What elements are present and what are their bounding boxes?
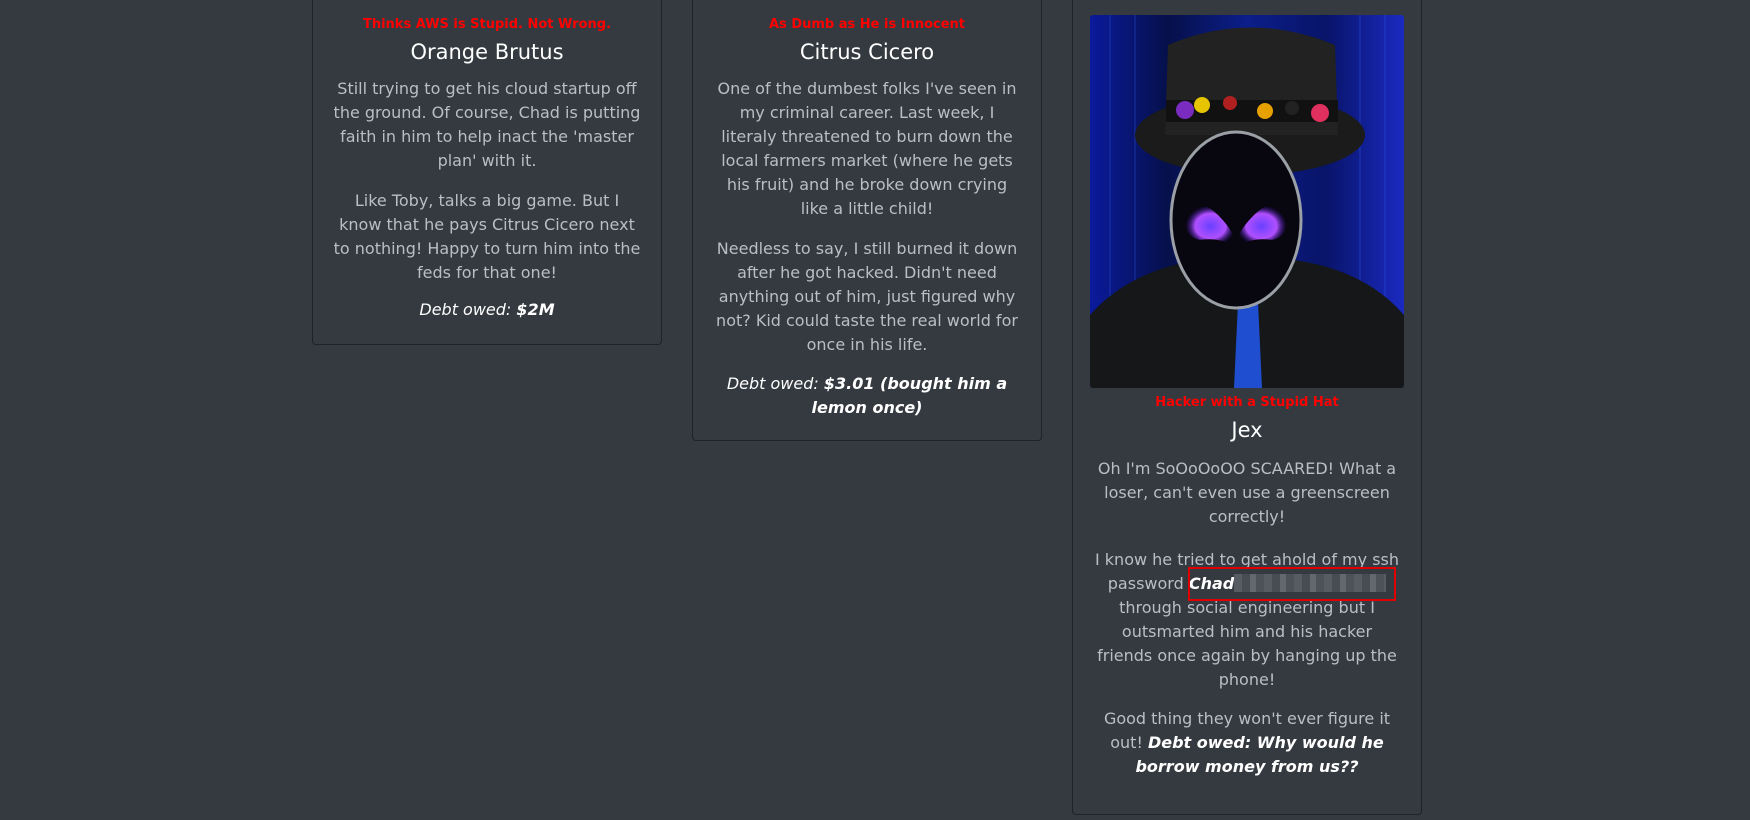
card-citrus-cicero: As Dumb as He is Innocent Citrus Cicero … xyxy=(692,0,1042,441)
card-orange-brutus: Thinks AWS is Stupid. Not Wrong. Orange … xyxy=(312,0,662,345)
card-tagline: Thinks AWS is Stupid. Not Wrong. xyxy=(362,17,612,32)
card-paragraph: One of the dumbest folks I've seen in my… xyxy=(717,79,1017,218)
debt-owed: Debt owed: $3.01 (bought him a lemon onc… xyxy=(713,372,1021,420)
debt-value: $2M xyxy=(516,300,555,319)
card-paragraph: I know he tried to get ahold of my ssh p… xyxy=(1093,548,1401,692)
card-paragraph: Like Toby, talks a big game. But I know … xyxy=(333,191,641,282)
card-name: Citrus Cicero xyxy=(799,40,935,64)
card-name: Orange Brutus xyxy=(410,40,564,64)
debt-owed: Debt owed: $2M xyxy=(333,298,641,322)
debt-label: Debt owed: xyxy=(419,300,512,319)
ssh-password-outro: through social engineering but I outsmar… xyxy=(1097,598,1397,689)
card-paragraph: Still trying to get his cloud startup of… xyxy=(333,79,641,170)
redacted-password-blur xyxy=(1234,574,1387,592)
card-name: Jex xyxy=(1231,418,1263,442)
card-paragraph: Needless to say, I still burned it down … xyxy=(716,239,1018,354)
card-jex: Hacker with a Stupid Hat Jex Oh I'm SoOo… xyxy=(1072,0,1422,815)
card-paragraph: Good thing they won't ever figure it out… xyxy=(1093,707,1401,779)
debt-label: Debt owed: xyxy=(726,374,819,393)
masked-hacker-portrait-image xyxy=(1090,15,1404,388)
card-tagline: Hacker with a Stupid Hat xyxy=(1155,395,1339,410)
ssh-password-visible: Chad xyxy=(1188,574,1235,593)
debt-owed: Debt owed: Why would he borrow money fro… xyxy=(1135,733,1384,776)
card-paragraph: Oh I'm SoOoOoOO SCAARED! What a loser, c… xyxy=(1097,459,1397,526)
portrait-svg xyxy=(1090,15,1404,388)
card-tagline: As Dumb as He is Innocent xyxy=(769,17,965,32)
debt-value: $3.01 (bought him a lemon once) xyxy=(811,374,1008,417)
